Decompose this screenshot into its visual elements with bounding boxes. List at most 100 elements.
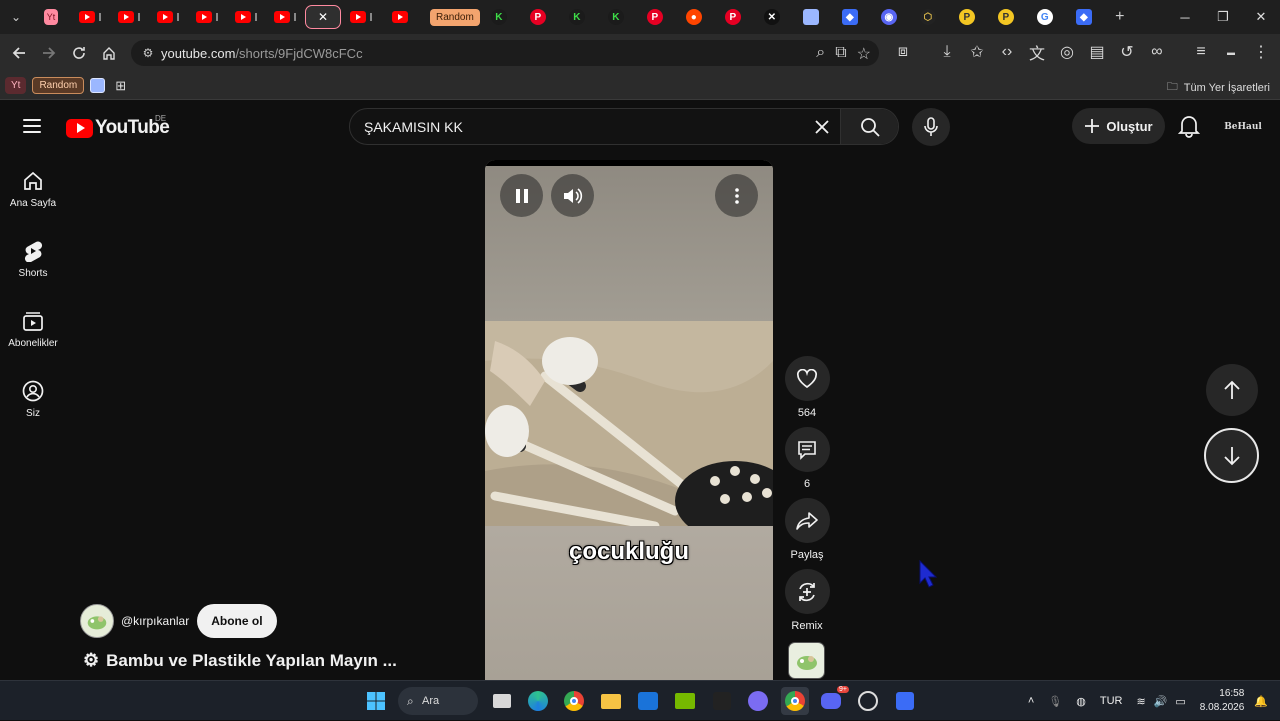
battery-icon[interactable]: ▭	[1175, 695, 1185, 708]
browser-tab[interactable]: K	[480, 5, 518, 29]
browser-tab[interactable]	[792, 5, 830, 29]
windows-start-icon[interactable]	[362, 687, 390, 715]
task-view-icon[interactable]	[488, 687, 516, 715]
reload-icon[interactable]	[64, 38, 94, 68]
shorts-video-player[interactable]: çocukluğu	[485, 160, 773, 680]
translate-icon[interactable]: 文	[1022, 37, 1052, 67]
menu-icon[interactable]	[23, 119, 41, 133]
browser-tab[interactable]: ◆	[831, 5, 869, 29]
outlook-icon[interactable]	[634, 687, 662, 715]
history-icon[interactable]: ↺	[1112, 37, 1142, 67]
notification-icon[interactable]: 🔔	[1254, 695, 1268, 708]
share-button[interactable]	[784, 498, 830, 543]
voice-search-button[interactable]	[912, 108, 950, 146]
tray-expand-icon[interactable]: ˄	[1028, 695, 1034, 707]
youtube-logo[interactable]: YouTube DE	[66, 114, 170, 139]
profile-avatar-icon[interactable]: ▬	[1216, 37, 1246, 67]
chrome-active-icon[interactable]	[781, 687, 809, 715]
more-options-button[interactable]	[715, 174, 758, 217]
browser-tab[interactable]: P	[948, 5, 986, 29]
roblox-taskbar-icon[interactable]	[891, 687, 919, 715]
browser-tab[interactable]: ◆	[1065, 5, 1103, 29]
nav-home[interactable]: Ana Sayfa	[0, 160, 66, 230]
clear-search-icon[interactable]	[804, 119, 840, 134]
download-icon[interactable]: ⤓	[932, 37, 962, 67]
browser-tab[interactable]: ●	[675, 5, 713, 29]
forward-arrow-icon[interactable]	[34, 38, 64, 68]
favorites-icon[interactable]: ✩	[962, 37, 992, 67]
bookmark-yt[interactable]: Yt	[5, 77, 27, 94]
restore-icon[interactable]: ❐	[1204, 0, 1242, 34]
pause-button[interactable]	[500, 174, 543, 217]
browser-tab[interactable]: ◉	[870, 5, 908, 29]
browser-tab[interactable]	[227, 5, 265, 29]
sound-thumbnail[interactable]	[788, 642, 825, 679]
close-window-icon[interactable]: ✕	[1242, 0, 1280, 34]
nvidia-icon[interactable]	[671, 687, 699, 715]
more-menu-icon[interactable]: ⋮	[1246, 37, 1276, 67]
nav-subscriptions[interactable]: Abonelikler	[0, 300, 66, 370]
create-button[interactable]: Oluştur	[1072, 108, 1165, 144]
video-title[interactable]: ⚙ Bambu ve Plastikle Yapılan Mayın ...	[83, 650, 397, 671]
browser-tab[interactable]: Yt	[32, 5, 70, 29]
browser-tab[interactable]: P	[519, 5, 557, 29]
bookmark-random[interactable]: Random	[32, 77, 85, 94]
url-text[interactable]: youtube.com/shorts/9FjdCW8cFCc	[161, 46, 363, 61]
new-tab-plus-icon[interactable]: +	[1104, 0, 1136, 34]
nav-shorts[interactable]: Shorts	[0, 230, 66, 300]
browser-tab[interactable]	[110, 5, 148, 29]
screenshot-icon[interactable]: ◎	[1052, 37, 1082, 67]
zoom-icon[interactable]: ⌕	[816, 44, 825, 64]
sidebar-icon[interactable]: ▤	[1082, 37, 1112, 67]
install-app-icon[interactable]: ⧉	[835, 44, 846, 64]
search-button[interactable]	[840, 109, 898, 144]
browser-tab[interactable]	[149, 5, 187, 29]
account-avatar[interactable]: BeHaul	[1224, 112, 1262, 142]
browser-tab[interactable]: P	[714, 5, 752, 29]
language-indicator[interactable]: TUR	[1100, 695, 1123, 707]
volume-button[interactable]	[551, 174, 594, 217]
browser-tab[interactable]: K	[558, 5, 596, 29]
channel-name[interactable]: @kırpıkanlar	[121, 614, 189, 628]
chrome-taskbar-icon[interactable]	[560, 687, 588, 715]
wifi-icon[interactable]: ≋	[1136, 695, 1145, 708]
all-bookmarks[interactable]: 🗀 Tüm Yer İşaretleri	[1167, 78, 1270, 97]
browser-tab[interactable]	[381, 5, 419, 29]
browser-tab[interactable]	[71, 5, 109, 29]
file-explorer-icon[interactable]	[597, 687, 625, 715]
browser-tab[interactable]	[342, 5, 380, 29]
next-short-button[interactable]	[1204, 428, 1259, 483]
browser-tab[interactable]: P	[636, 5, 674, 29]
extensions-puzzle-icon[interactable]: ⧈	[888, 37, 918, 67]
chat-app-icon[interactable]	[744, 687, 772, 715]
browser-tab[interactable]	[266, 5, 304, 29]
tray-mic-icon[interactable]: 🎙	[1048, 695, 1062, 708]
previous-short-button[interactable]	[1206, 364, 1258, 416]
edge-icon[interactable]	[524, 687, 552, 715]
minimize-icon[interactable]: ─	[1166, 0, 1204, 34]
browser-tab[interactable]: G	[1026, 5, 1064, 29]
app-icon[interactable]	[708, 687, 736, 715]
nav-you[interactable]: Siz	[0, 370, 66, 440]
browser-tab-active[interactable]: ✕	[305, 5, 341, 29]
close-tab-icon[interactable]: ✕	[318, 10, 328, 24]
browser-tab[interactable]: ✕	[753, 5, 791, 29]
browser-tab[interactable]: P	[987, 5, 1025, 29]
notifications-bell-icon[interactable]	[1177, 114, 1201, 143]
tab-group-random[interactable]: Random	[430, 8, 480, 26]
address-bar[interactable]: ⚙ youtube.com/shorts/9FjdCW8cFCc ⌕ ⧉ ☆	[131, 40, 879, 66]
link-icon[interactable]: ∞	[1142, 37, 1172, 67]
code-icon[interactable]: ‹›	[992, 37, 1022, 67]
tray-vpn-icon[interactable]: ◍	[1076, 695, 1086, 708]
like-button[interactable]	[784, 356, 830, 401]
browser-tab[interactable]: K	[597, 5, 635, 29]
comments-button[interactable]	[784, 427, 830, 472]
bookmark-page-icon[interactable]	[90, 78, 106, 93]
steam-icon[interactable]	[854, 687, 882, 715]
channel-avatar[interactable]	[80, 604, 114, 638]
subscribe-button[interactable]: Abone ol	[197, 604, 277, 638]
browser-tab[interactable]: ⬡	[909, 5, 947, 29]
remix-button[interactable]	[784, 569, 830, 614]
media-queue-icon[interactable]: ≡	[1186, 37, 1216, 67]
tab-search-chevron-icon[interactable]: ⌄	[0, 0, 32, 34]
